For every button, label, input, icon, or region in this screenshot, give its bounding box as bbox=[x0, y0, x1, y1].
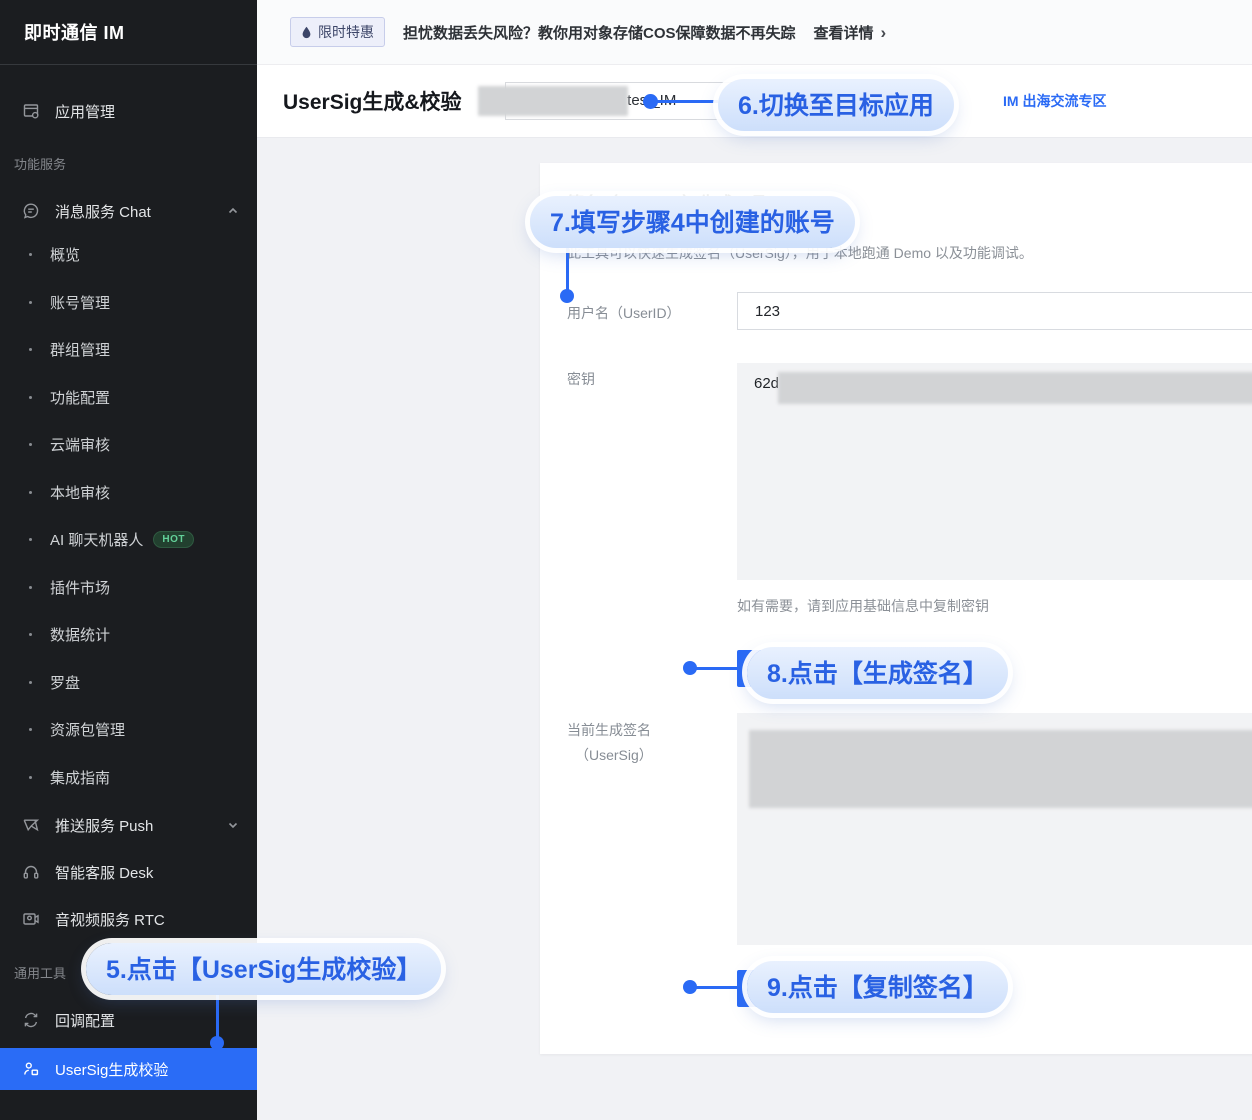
bullet-dot bbox=[29, 253, 32, 256]
sidebar-subitem-label: 功能配置 bbox=[50, 387, 110, 408]
callout-step6: 6.切换至目标应用 bbox=[718, 79, 954, 131]
userid-input[interactable] bbox=[737, 292, 1252, 330]
callout8-connector-dot bbox=[683, 661, 697, 675]
redaction-blur bbox=[478, 86, 628, 116]
callout8-connector-line bbox=[694, 667, 747, 670]
sidebar-subitem-integration-guide[interactable]: 集成指南 bbox=[0, 754, 257, 802]
callout5-connector-line bbox=[216, 991, 219, 1039]
callout7-connector-line bbox=[566, 241, 569, 293]
promo-text: 担忧数据丢失风险？教你用对象存储COS保障数据不再失踪 bbox=[403, 22, 796, 43]
sidebar-item-desk[interactable]: 智能客服 Desk bbox=[0, 852, 257, 892]
bullet-dot bbox=[29, 586, 32, 589]
sidebar-subitem-label: 罗盘 bbox=[50, 672, 80, 693]
callout6-connector-dot bbox=[643, 94, 658, 109]
generated-usersig-textarea[interactable] bbox=[737, 713, 1252, 945]
video-camera-icon bbox=[22, 910, 40, 928]
sidebar-subitem-label: 资源包管理 bbox=[50, 719, 125, 740]
user-card-icon bbox=[22, 1060, 40, 1078]
sidebar-subitem-compass[interactable]: 罗盘 bbox=[0, 659, 257, 707]
promo-details-label: 查看详情 bbox=[814, 22, 874, 43]
sidebar-item-label: 推送服务 Push bbox=[55, 815, 153, 836]
sidebar-subitem-label: 账号管理 bbox=[50, 292, 110, 313]
sidebar-subitem-label: 概览 bbox=[50, 244, 80, 265]
sidebar-subitem-label: 群组管理 bbox=[50, 339, 110, 360]
paper-plane-icon bbox=[22, 816, 40, 834]
callout9-connector-line bbox=[694, 986, 747, 989]
bullet-dot bbox=[29, 396, 32, 399]
app-grid-icon bbox=[22, 102, 40, 120]
callout-step9: 9.点击【复制签名】 bbox=[747, 961, 1008, 1013]
sidebar-subitem-overview[interactable]: 概览 bbox=[0, 231, 257, 279]
callout-step8: 8.点击【生成签名】 bbox=[747, 647, 1008, 699]
callout-step7: 7.填写步骤4中创建的账号 bbox=[530, 196, 855, 248]
sidebar-subitem-group[interactable]: 群组管理 bbox=[0, 326, 257, 374]
sidebar-subitem-cloud-moderation[interactable]: 云端审核 bbox=[0, 421, 257, 469]
chat-bubble-icon bbox=[22, 202, 40, 220]
sidebar-subitem-label: 集成指南 bbox=[50, 767, 110, 788]
sidebar-subitem-label: 云端审核 bbox=[50, 434, 110, 455]
bullet-dot bbox=[29, 681, 32, 684]
usersig-tool-panel: 签名（UserSig）生成工具 登录鉴权介绍 此工具可以快速生成签名（UserS… bbox=[540, 163, 1252, 1054]
product-title: 即时通信 IM bbox=[0, 0, 257, 65]
sidebar-subitem-account[interactable]: 账号管理 bbox=[0, 279, 257, 327]
bullet-dot bbox=[29, 301, 32, 304]
bullet-dot bbox=[29, 728, 32, 731]
secret-key-visible-text: 62d bbox=[754, 375, 779, 392]
bullet-dot bbox=[29, 538, 32, 541]
chevron-down-icon[interactable] bbox=[227, 819, 239, 831]
callout9-connector-dot bbox=[683, 980, 697, 994]
bullet-dot bbox=[29, 491, 32, 494]
sidebar-item-app-management[interactable]: 应用管理 bbox=[0, 91, 257, 131]
sidebar-item-chat-group[interactable]: 消息服务 Chat bbox=[0, 191, 257, 231]
sidebar-section-features: 功能服务 bbox=[0, 151, 257, 175]
callout5-connector-dot bbox=[210, 1036, 224, 1050]
callout7-connector-dot bbox=[560, 289, 574, 303]
sidebar-item-label: 消息服务 Chat bbox=[55, 201, 151, 222]
sidebar-subitem-plugin-market[interactable]: 插件市场 bbox=[0, 564, 257, 612]
bullet-dot bbox=[29, 633, 32, 636]
water-drop-icon bbox=[301, 26, 312, 39]
secret-key-textarea[interactable]: 62d bbox=[737, 363, 1252, 580]
redaction-blur bbox=[778, 372, 1252, 404]
sidebar-subitem-label: 本地审核 bbox=[50, 482, 110, 503]
chevron-up-icon[interactable] bbox=[227, 205, 239, 217]
redaction-blur bbox=[749, 730, 1252, 808]
promo-banner: 限时特惠 担忧数据丢失风险？教你用对象存储COS保障数据不再失踪 查看详情 › bbox=[257, 0, 1252, 65]
copy-key-hint: 如有需要，请到应用基础信息中复制密钥 bbox=[737, 596, 989, 616]
secret-key-label: 密钥 bbox=[567, 369, 595, 389]
current-sig-label-line2: （UserSig） bbox=[575, 745, 653, 765]
sidebar-subitem-label: 插件市场 bbox=[50, 577, 110, 598]
callback-sync-icon bbox=[22, 1011, 40, 1029]
headset-icon bbox=[22, 863, 40, 881]
promo-details-link[interactable]: 查看详情 › bbox=[814, 22, 887, 43]
sidebar-subitem-local-moderation[interactable]: 本地审核 bbox=[0, 469, 257, 517]
sidebar-item-label: 智能客服 Desk bbox=[55, 862, 153, 883]
sidebar-item-rtc[interactable]: 音视频服务 RTC bbox=[0, 899, 257, 939]
sidebar-subitem-ai-chatbot[interactable]: AI 聊天机器人 HOT bbox=[0, 516, 257, 564]
promo-badge-label: 限时特惠 bbox=[318, 22, 374, 42]
bullet-dot bbox=[29, 776, 32, 779]
callout6-connector-line bbox=[652, 100, 718, 103]
bullet-dot bbox=[29, 443, 32, 446]
sidebar-subitem-label: AI 聊天机器人 bbox=[50, 529, 143, 550]
sidebar-subitem-label: 数据统计 bbox=[50, 624, 110, 645]
sidebar-item-label: 回调配置 bbox=[55, 1010, 115, 1031]
sidebar-item-label: UserSig生成校验 bbox=[55, 1059, 168, 1080]
im-community-link[interactable]: IM 出海交流专区 bbox=[1003, 91, 1106, 111]
sidebar-item-label: 应用管理 bbox=[55, 101, 115, 122]
page-title: UserSig生成&校验 bbox=[283, 86, 462, 116]
callout-step5: 5.点击【UserSig生成校验】 bbox=[86, 943, 441, 995]
sidebar-subitem-statistics[interactable]: 数据统计 bbox=[0, 611, 257, 659]
sidebar-subitem-resource-pack[interactable]: 资源包管理 bbox=[0, 706, 257, 754]
sidebar-subitem-feature-config[interactable]: 功能配置 bbox=[0, 374, 257, 422]
sidebar-item-push[interactable]: 推送服务 Push bbox=[0, 805, 257, 845]
sidebar-item-usersig[interactable]: UserSig生成校验 bbox=[0, 1048, 257, 1090]
bullet-dot bbox=[29, 348, 32, 351]
sidebar-item-label: 音视频服务 RTC bbox=[55, 909, 165, 930]
promo-badge[interactable]: 限时特惠 bbox=[290, 17, 385, 47]
current-sig-label-line1: 当前生成签名 bbox=[567, 720, 651, 740]
hot-badge: HOT bbox=[153, 531, 194, 548]
chevron-right-icon: › bbox=[881, 24, 887, 41]
userid-label: 用户名（UserID） bbox=[567, 303, 681, 323]
